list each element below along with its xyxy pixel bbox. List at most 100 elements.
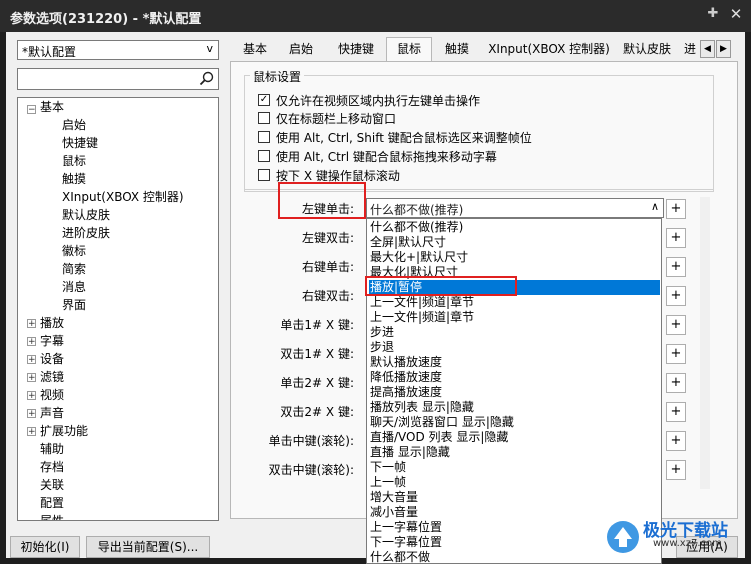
tree-item[interactable]: 视频	[40, 386, 64, 404]
checkbox-label: 仅在标题栏上移动窗口	[276, 112, 397, 126]
collapse-icon[interactable]: −	[27, 105, 36, 115]
tree-item[interactable]: 关联	[40, 476, 64, 494]
expand-icon[interactable]: +	[27, 355, 36, 365]
action-label: 双击1# X 键:	[280, 347, 354, 361]
dropdown-option[interactable]: 上一文件|频道|章节	[369, 295, 660, 310]
highlight-box-play-pause	[365, 276, 517, 296]
tab-basic[interactable]: 基本	[234, 38, 276, 60]
tree-item[interactable]: 简索	[62, 260, 86, 278]
checkbox-label: 使用 Alt, Ctrl, Shift 键配合鼠标选区来调整帧位	[276, 131, 532, 145]
tab-hotkeys[interactable]: 快捷键	[330, 38, 382, 60]
expand-icon[interactable]: +	[27, 373, 36, 383]
dropdown-option[interactable]: 降低播放速度	[369, 370, 660, 385]
tree-item[interactable]: 滤镜	[40, 368, 64, 386]
chevron-up-icon: ∧	[650, 200, 659, 213]
dropdown-option[interactable]: 全屏|默认尺寸	[369, 235, 660, 250]
dropdown-option[interactable]: 直播 显示|隐藏	[369, 445, 660, 460]
expand-icon[interactable]: +	[27, 427, 36, 437]
window-title: 参数选项(231220) - *默认配置	[10, 12, 202, 27]
checkbox-x-key-scroll[interactable]	[258, 169, 270, 181]
add-action-button[interactable]: +	[666, 402, 686, 422]
search-icon[interactable]	[198, 70, 215, 87]
left-click-action-select[interactable]: 什么都不做(推荐) ∧	[366, 198, 664, 218]
tab-default-skin[interactable]: 默认皮肤	[618, 38, 676, 60]
preset-select[interactable]: *默认配置 v	[17, 40, 219, 60]
tab-touch[interactable]: 触摸	[436, 38, 478, 60]
tab-scroll-left-icon[interactable]: ◀	[700, 40, 715, 58]
tree-item[interactable]: 存档	[40, 458, 64, 476]
dropdown-option[interactable]: 什么都不做(推荐)	[369, 220, 660, 235]
action-label: 左键双击:	[301, 231, 354, 245]
tree-item[interactable]: 配置	[40, 494, 64, 512]
tree-item[interactable]: 界面	[62, 296, 86, 314]
dropdown-option[interactable]: 增大音量	[369, 490, 660, 505]
tree-item[interactable]: 字幕	[40, 332, 64, 350]
expand-icon[interactable]: +	[27, 409, 36, 419]
export-config-button[interactable]: 导出当前配置(S)...	[86, 536, 210, 558]
add-action-button[interactable]: +	[666, 199, 686, 219]
dropdown-option[interactable]: 播放列表 显示|隐藏	[369, 400, 660, 415]
tab-startup[interactable]: 启始	[280, 38, 322, 60]
preset-value: *默认配置	[22, 45, 77, 59]
expand-icon[interactable]: +	[27, 319, 36, 329]
dropdown-option[interactable]: 步退	[369, 340, 660, 355]
action-dropdown-list[interactable]: 什么都不做(推荐) 全屏|默认尺寸 最大化+|默认尺寸 最大化|默认尺寸 播放|…	[366, 218, 662, 564]
expand-icon[interactable]: +	[27, 337, 36, 347]
tree-item[interactable]: 消息	[62, 278, 86, 296]
action-label: 双击2# X 键:	[280, 405, 354, 419]
dropdown-option[interactable]: 直播/VOD 列表 显示|隐藏	[369, 430, 660, 445]
tree-item[interactable]: 设备	[40, 350, 64, 368]
dropdown-option[interactable]: 下一帧	[369, 460, 660, 475]
add-action-button[interactable]: +	[666, 315, 686, 335]
expand-icon[interactable]: +	[27, 391, 36, 401]
tree-item[interactable]: 徽标	[62, 242, 86, 260]
tree-item[interactable]: 辅助	[40, 440, 64, 458]
checkbox-video-area-click[interactable]: ✓	[258, 94, 270, 106]
tree-item[interactable]: 快捷键	[62, 134, 98, 152]
add-action-button[interactable]: +	[666, 344, 686, 364]
dropdown-option[interactable]: 最大化+|默认尺寸	[369, 250, 660, 265]
tree-item[interactable]: 声音	[40, 404, 64, 422]
dropdown-option[interactable]: 聊天/浏览器窗口 显示|隐藏	[369, 415, 660, 430]
tab-scroll-right-icon[interactable]: ▶	[716, 40, 731, 58]
action-label: 右键双击:	[301, 289, 354, 303]
tree-item[interactable]: 基本	[40, 98, 64, 116]
tree-item[interactable]: 属性	[40, 512, 64, 520]
watermark-url: www.xz7.com	[653, 538, 722, 549]
tree-item[interactable]: 默认皮肤	[62, 206, 110, 224]
checkbox-alt-ctrl-subtitle[interactable]	[258, 150, 270, 162]
dropdown-option[interactable]: 上一文件|频道|章节	[369, 310, 660, 325]
add-action-button[interactable]: +	[666, 257, 686, 277]
add-action-button[interactable]: +	[666, 460, 686, 480]
checkbox-label: 仅允许在视频区域内执行左键单击操作	[276, 94, 481, 108]
tree-item[interactable]: 进阶皮肤	[62, 224, 110, 242]
action-label: 右键单击:	[301, 260, 354, 274]
tree-item[interactable]: 鼠标	[62, 152, 86, 170]
tree-item[interactable]: 触摸	[62, 170, 86, 188]
selected-action: 什么都不做(推荐)	[370, 203, 464, 217]
dropdown-option[interactable]: 步进	[369, 325, 660, 340]
checkbox-alt-ctrl-shift-frame[interactable]	[258, 131, 270, 143]
tree-item[interactable]: 扩展功能	[40, 422, 88, 440]
action-label: 单击中键(滚轮):	[268, 434, 354, 448]
dropdown-option[interactable]: 上一帧	[369, 475, 660, 490]
tree-item[interactable]: 播放	[40, 314, 64, 332]
tab-advanced[interactable]: 进	[682, 38, 698, 60]
close-icon[interactable]: ✕	[728, 6, 744, 22]
search-input[interactable]	[17, 68, 219, 90]
tab-mouse[interactable]: 鼠标	[386, 37, 432, 62]
pin-icon[interactable]: ✚	[706, 7, 720, 21]
add-action-button[interactable]: +	[666, 286, 686, 306]
init-button[interactable]: 初始化(I)	[10, 536, 80, 558]
dropdown-option[interactable]: 提高播放速度	[369, 385, 660, 400]
checkbox-titlebar-move[interactable]	[258, 112, 270, 124]
add-action-button[interactable]: +	[666, 228, 686, 248]
add-action-button[interactable]: +	[666, 373, 686, 393]
tab-xinput[interactable]: XInput(XBOX 控制器)	[484, 38, 614, 60]
add-action-button[interactable]: +	[666, 431, 686, 451]
scrollbar[interactable]	[700, 197, 710, 489]
action-label: 双击中键(滚轮):	[268, 463, 354, 477]
tree-item[interactable]: XInput(XBOX 控制器)	[62, 188, 184, 206]
dropdown-option[interactable]: 默认播放速度	[369, 355, 660, 370]
tree-item[interactable]: 启始	[62, 116, 86, 134]
